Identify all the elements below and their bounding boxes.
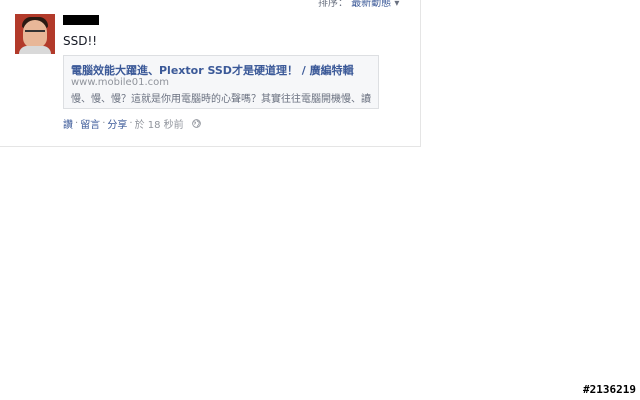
like-link[interactable]: 讚 (63, 116, 73, 131)
separator: · (129, 118, 133, 129)
sort-label: 排序： (318, 0, 348, 9)
separator: · (75, 118, 79, 129)
post-text: SSD!! (63, 34, 98, 48)
sort-bar[interactable]: 排序： 最新動態 ▾ (318, 0, 399, 9)
post-actions: 讚 · 留言 · 分享 · 於 18 秒前 (63, 116, 201, 131)
link-title[interactable]: 電腦效能大躍進、Plextor SSD才是硬道理！ / 廣編特輯 (71, 62, 354, 78)
comment-panel: 排序： 最新動態 ▾ SSD!! 電腦效能大躍進、Plextor SSD才是硬道… (0, 0, 421, 147)
globe-icon[interactable] (191, 119, 201, 128)
comment-link[interactable]: 留言 (80, 116, 100, 131)
watermark: #2136219 (583, 383, 636, 396)
link-domain: www.mobile01.com (71, 77, 169, 88)
avatar[interactable] (15, 14, 55, 54)
link-preview-card[interactable]: 電腦效能大躍進、Plextor SSD才是硬道理！ / 廣編特輯 www.mob… (63, 55, 379, 109)
share-link[interactable]: 分享 (107, 116, 127, 131)
link-description: 慢、慢、慢？這就是你用電腦時的心聲嗎？其實往往電腦開機慢、讀... (71, 94, 371, 105)
avatar-shirt (19, 46, 51, 54)
separator: · (102, 118, 106, 129)
chevron-down-icon[interactable]: ▾ (394, 0, 399, 9)
username-redacted[interactable] (63, 15, 99, 25)
avatar-glasses (25, 30, 45, 37)
sort-value[interactable]: 最新動態 (351, 0, 391, 9)
timestamp[interactable]: 於 18 秒前 (135, 116, 184, 131)
